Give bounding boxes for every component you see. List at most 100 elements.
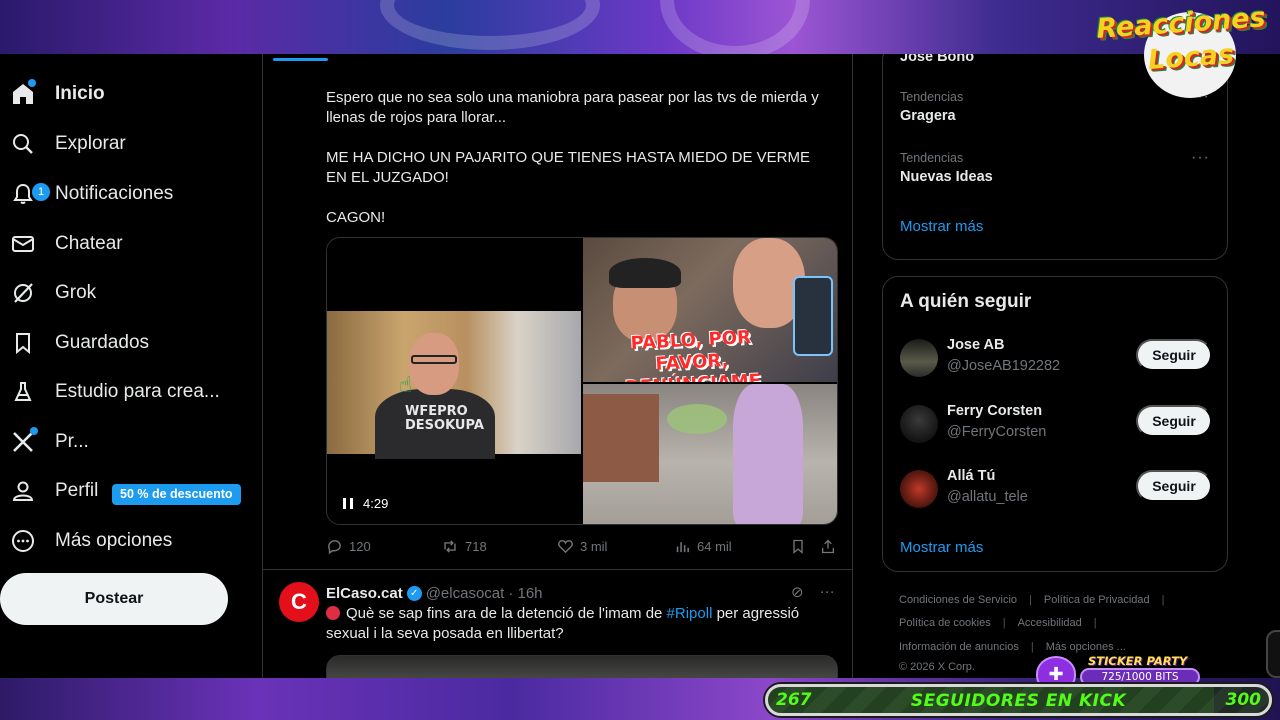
like-button[interactable]: 3 mil — [557, 538, 607, 555]
pause-icon[interactable] — [343, 498, 353, 509]
footer-link[interactable]: Condiciones de Servicio — [899, 594, 1017, 606]
tweet-image-street[interactable] — [583, 384, 837, 524]
repost-icon — [444, 540, 456, 553]
copyright: © 2026 X Corp. — [899, 661, 975, 673]
follow-suggestion[interactable]: Allá Tú @allatu_tele Seguir — [900, 466, 1212, 510]
follower-goal-bar: SEGUIDORES EN KICK 267 300 — [765, 684, 1272, 716]
x-app: Inicio Explorar 1 Notificaciones Chatear — [0, 54, 1280, 678]
user-name[interactable]: Allá Tú — [947, 468, 995, 484]
timeline-feed: Espero que no sea solo una maniobra para… — [262, 54, 853, 678]
reply-icon — [328, 540, 341, 555]
repost-button[interactable]: 718 — [441, 538, 487, 555]
trend-name: Gragera — [900, 108, 956, 124]
who-to-follow-panel: A quién seguir Jose AB @JoseAB192282 Seg… — [882, 276, 1228, 572]
red-circle-icon — [326, 606, 340, 620]
user-name[interactable]: Ferry Corsten — [947, 403, 1042, 419]
trend-item[interactable]: Tendencias Nuevas Ideas ··· — [900, 149, 1210, 185]
thumbnail-banner-text: PABLO, POR FAVOR, DENÚNCIAME — [625, 326, 762, 382]
overlay-edge-widget — [1266, 630, 1280, 678]
follow-suggestion[interactable]: Jose AB @JoseAB192282 Seguir — [900, 335, 1212, 379]
flask-icon — [10, 379, 36, 405]
x-logo-icon — [10, 427, 38, 455]
tweet-paragraph: ME HA DICHO UN PAJARITO QUE TIENES HASTA… — [326, 149, 810, 186]
heart-icon — [558, 540, 573, 554]
hashtag-link[interactable]: #Ripoll — [667, 605, 713, 622]
user-handle[interactable]: @allatu_tele — [947, 489, 1028, 505]
video-controls[interactable]: 4:29 — [343, 496, 388, 511]
tweet-paragraph: CAGON! — [326, 209, 386, 226]
share-button[interactable] — [820, 538, 836, 555]
sticker-title: STICKER PARTY — [1088, 654, 1188, 668]
trend-category: Tendencias — [900, 151, 964, 165]
views-chart-icon — [676, 542, 689, 553]
show-more-link[interactable]: Mostrar más — [900, 218, 983, 235]
follow-suggestion[interactable]: Ferry Corsten @FerryCorsten Seguir — [900, 401, 1212, 445]
post-button[interactable]: Postear — [0, 573, 228, 625]
tweet-body: Què se sap fins ara de la detenció de l'… — [326, 605, 800, 642]
user-name[interactable]: Jose AB — [947, 337, 1004, 353]
footer-link[interactable]: Accesibilidad — [1018, 617, 1082, 629]
sidebar-item-label: Chatear — [55, 233, 123, 254]
bell-icon: 1 — [10, 181, 50, 207]
tweet-image-thumbnail[interactable]: PABLO, POR FAVOR, DENÚNCIAME — [583, 238, 837, 382]
footer-link[interactable]: Información de anuncios — [899, 641, 1019, 653]
bookmark-button[interactable] — [790, 538, 806, 555]
follower-target: 300 — [1225, 690, 1262, 710]
sidebar-item-label: Inicio — [55, 83, 105, 104]
more-icon[interactable]: ··· — [1191, 149, 1210, 167]
notification-count-badge: 1 — [32, 183, 50, 201]
show-more-link[interactable]: Mostrar más — [900, 539, 983, 556]
tweet-media[interactable] — [326, 655, 838, 678]
author-handle[interactable]: @elcasocat — [426, 585, 505, 602]
user-handle[interactable]: @FerryCorsten — [947, 424, 1046, 440]
avatar[interactable] — [900, 405, 938, 443]
bookmark-icon — [793, 539, 803, 554]
follow-button[interactable]: Seguir — [1136, 405, 1212, 437]
sidebar-item-label: Pr... — [55, 431, 89, 452]
tweet-author-line — [273, 58, 328, 61]
footer-link[interactable]: Política de Privacidad — [1044, 594, 1150, 606]
tweet-header: ElCaso.cat ✓ @elcasocat · 16h — [326, 583, 846, 603]
sidebar-item-label: Perfil — [55, 480, 99, 501]
video-frame: WFEPRO DESOKUPA ☝ — [327, 311, 581, 459]
tweet-paragraph: Espero que no sea solo una maniobra para… — [326, 89, 819, 126]
sidebar-item-label: Notificaciones — [55, 183, 174, 204]
video-player[interactable]: WFEPRO DESOKUPA ☝ 4:29 — [327, 238, 581, 524]
views-button[interactable]: 64 mil — [674, 538, 732, 555]
sidebar-item-label: Explorar — [55, 133, 126, 154]
avatar[interactable] — [900, 470, 938, 508]
follow-button[interactable]: Seguir — [1136, 339, 1212, 371]
follower-goal-label: SEGUIDORES EN KICK — [910, 691, 1127, 711]
overlay-decoration — [660, 0, 810, 56]
user-handle[interactable]: @JoseAB192282 — [947, 358, 1060, 374]
avatar[interactable]: C — [279, 582, 319, 622]
panel-title: A quién seguir — [900, 291, 1032, 312]
sidebar-item-label: Estudio para crea... — [55, 381, 220, 402]
share-icon — [822, 539, 834, 554]
footer-link[interactable]: Política de cookies — [899, 617, 991, 629]
bookmark-icon — [10, 330, 36, 356]
avatar[interactable] — [900, 339, 938, 377]
sidebar-item-label: Más opciones — [55, 530, 173, 551]
overlay-decoration — [380, 0, 600, 50]
reply-button[interactable]: 120 — [326, 538, 371, 555]
search-icon — [10, 131, 36, 157]
trend-item[interactable]: Tendencias Gragera ··· — [900, 88, 1210, 124]
verified-badge-icon: ✓ — [406, 585, 422, 601]
premium-discount-badge[interactable]: 50 % de descuento — [112, 484, 241, 505]
follower-current: 267 — [776, 690, 812, 710]
tweet-body: Espero que no sea solo una maniobra para… — [326, 88, 826, 248]
video-duration: 4:29 — [363, 496, 389, 511]
right-sidebar: Jose Bono Tendencias Gragera ··· Tendenc… — [853, 54, 1280, 678]
trend-name: Nuevas Ideas — [900, 169, 993, 185]
grok-icon[interactable]: ⊘ — [791, 583, 804, 603]
user-icon — [10, 478, 36, 504]
mail-icon — [10, 231, 36, 257]
more-icon[interactable]: ··· — [820, 583, 835, 603]
tweet-media-grid[interactable]: WFEPRO DESOKUPA ☝ 4:29 PABLO, POR FAVOR,… — [326, 237, 838, 525]
follow-button[interactable]: Seguir — [1136, 470, 1212, 502]
sidebar-nav: Inicio Explorar 1 Notificaciones Chatear — [0, 54, 262, 678]
tweet-time[interactable]: · 16h — [508, 585, 542, 602]
author-name[interactable]: ElCaso.cat — [326, 585, 403, 602]
sidebar-item-label: Grok — [55, 282, 97, 303]
